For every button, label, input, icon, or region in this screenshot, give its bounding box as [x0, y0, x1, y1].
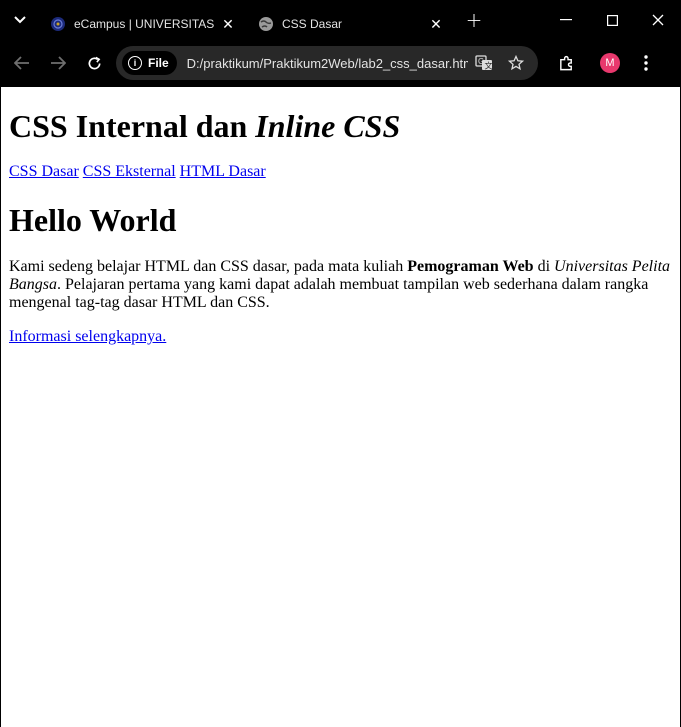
svg-text:文: 文 — [485, 61, 493, 71]
nav-link-css-eksternal[interactable]: CSS Eksternal — [83, 163, 176, 180]
profile-avatar[interactable]: M — [600, 53, 620, 73]
window-controls — [543, 0, 681, 40]
paragraph-text: Kami sedeng belajar HTML dan CSS dasar, … — [9, 258, 408, 275]
paragraph-text: . Pelajaran pertama yang kami dapat adal… — [9, 276, 649, 311]
maximize-icon[interactable] — [589, 0, 635, 40]
page-title-italic: Inline CSS — [255, 108, 401, 144]
new-tab-plus-icon[interactable]: + — [456, 0, 492, 40]
close-tab-icon[interactable]: ✕ — [426, 16, 446, 33]
tab-search-chevron-icon[interactable] — [0, 0, 40, 40]
minimize-icon[interactable] — [543, 0, 589, 40]
reload-icon[interactable] — [76, 45, 112, 81]
browser-toolbar: i File D:/praktikum/Praktikum2Web/lab2_c… — [0, 40, 681, 86]
bookmark-star-icon[interactable] — [500, 55, 532, 71]
address-bar[interactable]: i File D:/praktikum/Praktikum2Web/lab2_c… — [116, 46, 538, 80]
chip-label: File — [148, 56, 169, 70]
hello-heading: Hello World — [9, 202, 177, 238]
globe-icon — [258, 16, 274, 32]
more-info-link[interactable]: Informasi selengkapnya. — [9, 328, 166, 345]
site-info-chip[interactable]: i File — [122, 51, 177, 75]
tab-strip: eCampus | UNIVERSITAS PELITA BANGSA ✕ CS… — [0, 0, 681, 40]
extensions-puzzle-icon[interactable] — [548, 45, 584, 81]
more-info-paragraph: Informasi selengkapnya. — [9, 328, 672, 346]
nav-link-html-dasar[interactable]: HTML Dasar — [180, 163, 266, 180]
kebab-menu-icon[interactable] — [628, 45, 664, 81]
intro-paragraph: Kami sedeng belajar HTML dan CSS dasar, … — [9, 258, 672, 312]
info-icon: i — [128, 56, 142, 70]
forward-arrow-icon[interactable] — [40, 45, 76, 81]
tab-title: eCampus | UNIVERSITAS PELITA BANGSA — [74, 17, 218, 31]
page-viewport: CSS Internal dan Inline CSS CSS Dasar CS… — [1, 87, 680, 727]
tab-ecampus[interactable]: eCampus | UNIVERSITAS PELITA BANGSA ✕ — [40, 8, 248, 40]
page-title: CSS Internal dan Inline CSS — [9, 108, 672, 145]
back-arrow-icon[interactable] — [4, 45, 40, 81]
url-text[interactable]: D:/praktikum/Praktikum2Web/lab2_css_dasa… — [187, 56, 468, 71]
nav-links: CSS Dasar CSS Eksternal HTML Dasar — [9, 163, 672, 181]
course-name: Pemograman Web — [407, 258, 534, 275]
nav-link-css-dasar[interactable]: CSS Dasar — [9, 163, 79, 180]
close-window-icon[interactable] — [635, 0, 681, 40]
paragraph-text: di — [533, 258, 555, 275]
page-title-text: CSS Internal dan — [9, 108, 256, 144]
close-tab-icon[interactable]: ✕ — [218, 16, 238, 33]
translate-icon[interactable]: G文 — [468, 55, 500, 71]
tab-css-dasar[interactable]: CSS Dasar ✕ — [248, 8, 456, 40]
tab-title: CSS Dasar — [282, 17, 343, 31]
university-logo-icon — [50, 16, 66, 32]
